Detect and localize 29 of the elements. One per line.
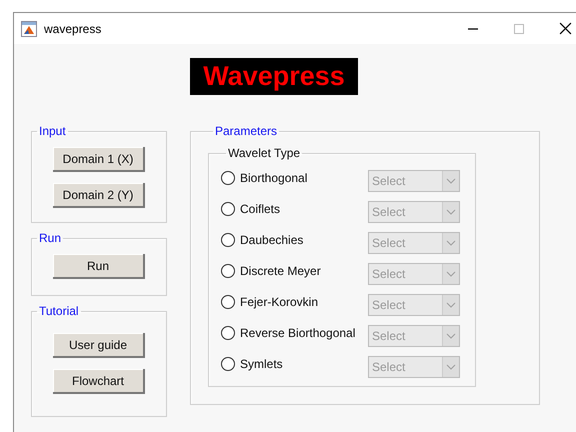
chevron-icon — [446, 332, 456, 338]
radio-option[interactable]: Symlets — [221, 356, 368, 370]
panel-title: Input — [38, 125, 67, 137]
panel-title: Tutorial — [38, 305, 80, 317]
chevron-icon — [446, 178, 456, 184]
radio-option[interactable]: Discrete Meyer — [221, 264, 368, 278]
chevron-icon — [446, 270, 456, 276]
radio-option[interactable]: Daubechies — [221, 232, 368, 246]
radio-option[interactable]: Biorthogonal — [221, 170, 368, 184]
group-title: Wavelet Type — [227, 147, 302, 159]
action-button[interactable]: Domain 2 (Y) — [53, 183, 145, 208]
panel-title: Run — [38, 232, 62, 244]
panel-title: Parameters — [214, 125, 278, 137]
chevron-icon — [446, 364, 456, 370]
chevron-icon — [446, 302, 456, 308]
action-button[interactable]: User guide — [53, 333, 145, 358]
close-icon — [558, 22, 572, 35]
action-button[interactable]: Run — [53, 254, 145, 279]
window-title: wavepress — [44, 22, 102, 36]
action-button[interactable]: Domain 1 (X) — [53, 147, 145, 172]
radio-option[interactable]: Reverse Biorthogonal — [221, 326, 368, 340]
radio-option[interactable]: Coiflets — [221, 202, 368, 216]
chevron-icon — [446, 240, 456, 246]
app-icon — [21, 20, 37, 36]
action-button[interactable]: Flowchart — [53, 369, 145, 394]
radio-option[interactable]: Fejer-Korovkin — [221, 294, 368, 308]
chevron-icon — [446, 208, 456, 214]
app-banner: Wavepress — [190, 58, 358, 95]
maximize-icon — [513, 22, 525, 34]
